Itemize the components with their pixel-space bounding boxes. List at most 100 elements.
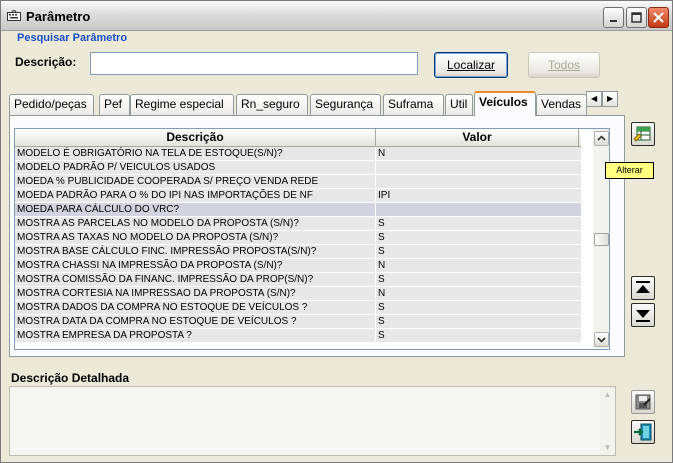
grid-header: Descrição Valor <box>15 129 581 147</box>
minimize-icon <box>610 20 617 22</box>
cell-valor <box>376 161 579 174</box>
table-row[interactable]: MOSTRA EMPRESA DA PROPOSTA ? S <box>15 329 581 343</box>
edit-parameter-button[interactable] <box>631 122 655 146</box>
cell-valor: S <box>378 330 385 341</box>
localizar-button[interactable]: Localizar <box>434 52 508 78</box>
move-down-icon <box>636 310 650 322</box>
todos-button[interactable]: Todos <box>528 52 600 78</box>
exit-button[interactable] <box>631 420 655 444</box>
scroll-up-button[interactable] <box>594 131 609 146</box>
tab-pef[interactable]: Pef <box>99 94 130 115</box>
close-button[interactable] <box>648 7 669 28</box>
move-up-icon <box>636 281 650 293</box>
close-icon <box>653 12 664 23</box>
detailed-description-textarea[interactable]: ▲ ▼ <box>9 386 616 456</box>
table-row[interactable]: MODELO PADRÃO P/ VEICULOS USADOS <box>15 161 581 175</box>
cell-descricao: MOSTRA DATA DA COMPRA NO ESTOQUE DE VEÍC… <box>15 315 376 328</box>
detail-vertical-scrollbar[interactable]: ▲ ▼ <box>600 387 615 455</box>
cell-descricao: MOSTRA COMISSÃO DA FINANC. IMPRESSÃO DA … <box>15 273 376 286</box>
keyboard-app-icon <box>7 10 21 21</box>
tab-seguranca[interactable]: Segurança <box>310 94 381 115</box>
chevron-up-icon <box>597 135 606 141</box>
cell-valor: S <box>378 246 385 257</box>
cell-descricao: MODELO PADRÃO P/ VEICULOS USADOS <box>15 161 376 174</box>
cell-valor: N <box>378 288 386 299</box>
tab-suframa[interactable]: Suframa <box>383 94 444 115</box>
cell-descricao: MOEDA PADRÃO PARA O % DO IPI NAS IMPORTA… <box>15 189 376 202</box>
title-bar[interactable]: Parâmetro <box>1 1 672 31</box>
cell-valor: N <box>378 148 386 159</box>
chevron-left-icon: ◀ <box>591 94 598 103</box>
table-row[interactable]: MOEDA % PUBLICIDADE COOPERADA S/ PREÇO V… <box>15 175 581 189</box>
tab-rn-seguro[interactable]: Rn_seguro <box>236 94 308 115</box>
tab-vendas[interactable]: Vendas <box>536 94 587 115</box>
table-row[interactable]: MOSTRA CHASSI NA IMPRESSÃO DA PROPOSTA (… <box>15 259 581 273</box>
table-row[interactable]: MOSTRA BASE CÁLCULO FINC. IMPRESSÃO PROP… <box>15 245 581 259</box>
save-button[interactable] <box>631 390 655 414</box>
table-row[interactable]: MOSTRA CORTESIA NA IMPRESSAO DA PROPOSTA… <box>15 287 581 301</box>
todos-button-label: Todos <box>547 58 581 72</box>
parameter-tabs: Pedido/peças Pef Regime especial Rn_segu… <box>9 91 619 116</box>
parametro-window: Parâmetro Pesquisar Parâmetro Descrição:… <box>0 0 673 463</box>
cell-descricao: MOSTRA AS TAXAS NO MODELO DA PROPOSTA (S… <box>15 231 376 244</box>
tab-scroll-right-button[interactable]: ▶ <box>602 91 618 107</box>
table-row[interactable]: MOEDA PARA CÁLCULO DO VRC? <box>15 203 581 217</box>
tab-veiculos[interactable]: Veículos <box>474 91 536 116</box>
table-row[interactable]: MOSTRA DATA DA COMPRA NO ESTOQUE DE VEÍC… <box>15 315 581 329</box>
tab-pedido-pecas[interactable]: Pedido/peças <box>9 94 94 115</box>
column-header-descricao[interactable]: Descrição <box>15 129 376 146</box>
maximize-button[interactable] <box>626 7 647 28</box>
cell-descricao: MOSTRA DADOS DA COMPRA NO ESTOQUE DE VEÍ… <box>15 301 376 314</box>
description-search-input[interactable] <box>90 52 418 75</box>
localizar-button-label: Localizar <box>446 58 496 72</box>
grid-body: Descrição Valor MODELO É OBRIGATÓRIO NA … <box>15 129 581 343</box>
cell-valor: S <box>378 302 385 313</box>
window-title: Parâmetro <box>26 9 91 24</box>
cell-descricao: MOSTRA CHASSI NA IMPRESSÃO DA PROPOSTA (… <box>15 259 376 272</box>
scroll-thumb[interactable] <box>594 233 609 246</box>
move-up-button[interactable] <box>631 276 655 300</box>
cell-descricao: MOEDA % PUBLICIDADE COOPERADA S/ PREÇO V… <box>15 175 376 188</box>
tab-regime-especial[interactable]: Regime especial <box>130 94 234 115</box>
cell-valor: S <box>378 218 385 229</box>
save-icon <box>635 394 651 410</box>
column-header-valor[interactable]: Valor <box>376 129 579 146</box>
cell-valor: S <box>378 316 385 327</box>
search-section-legend: Pesquisar Parâmetro <box>17 32 128 44</box>
cell-valor: S <box>378 232 385 243</box>
chevron-down-icon[interactable]: ▼ <box>601 441 614 454</box>
parameter-grid[interactable]: Descrição Valor MODELO É OBRIGATÓRIO NA … <box>14 128 610 350</box>
table-row[interactable]: MOSTRA AS PARCELAS NO MODELO DA PROPOSTA… <box>15 217 581 231</box>
maximize-icon <box>631 12 642 23</box>
alterar-tooltip: Alterar <box>605 162 654 179</box>
chevron-right-icon: ▶ <box>607 94 614 103</box>
table-row[interactable]: MOEDA PADRÃO PARA O % DO IPI NAS IMPORTA… <box>15 189 581 203</box>
chevron-down-icon <box>597 337 606 343</box>
grid-rows: MODELO É OBRIGATÓRIO NA TELA DE ESTOQUE(… <box>15 147 581 343</box>
description-label: Descrição: <box>15 55 77 69</box>
table-row[interactable]: MODELO É OBRIGATÓRIO NA TELA DE ESTOQUE(… <box>15 147 581 161</box>
minimize-button[interactable] <box>603 7 624 28</box>
scroll-down-button[interactable] <box>594 332 609 347</box>
cell-descricao: MOSTRA EMPRESA DA PROPOSTA ? <box>15 329 376 342</box>
table-row[interactable]: MOSTRA COMISSÃO DA FINANC. IMPRESSÃO DA … <box>15 273 581 287</box>
cell-descricao: MOSTRA CORTESIA NA IMPRESSAO DA PROPOSTA… <box>15 287 376 300</box>
cell-valor: N <box>378 260 386 271</box>
tab-util[interactable]: Util <box>445 94 473 115</box>
cell-valor <box>376 203 579 216</box>
grid-edit-icon <box>633 126 651 142</box>
cell-descricao: MOSTRA AS PARCELAS NO MODELO DA PROPOSTA… <box>15 217 376 230</box>
tab-scroll-left-button[interactable]: ◀ <box>586 91 602 107</box>
cell-valor <box>376 175 579 188</box>
cell-descricao: MODELO É OBRIGATÓRIO NA TELA DE ESTOQUE(… <box>15 147 376 160</box>
move-down-button[interactable] <box>631 303 655 327</box>
chevron-up-icon[interactable]: ▲ <box>601 388 614 401</box>
cell-descricao: MOEDA PARA CÁLCULO DO VRC? <box>15 203 376 216</box>
exit-icon <box>634 423 652 441</box>
table-row[interactable]: MOSTRA AS TAXAS NO MODELO DA PROPOSTA (S… <box>15 231 581 245</box>
table-row[interactable]: MOSTRA DADOS DA COMPRA NO ESTOQUE DE VEÍ… <box>15 301 581 315</box>
cell-descricao: MOSTRA BASE CÁLCULO FINC. IMPRESSÃO PROP… <box>15 245 376 258</box>
cell-valor: IPI <box>378 190 391 201</box>
cell-valor: S <box>378 274 385 285</box>
detailed-description-label: Descrição Detalhada <box>11 371 130 385</box>
